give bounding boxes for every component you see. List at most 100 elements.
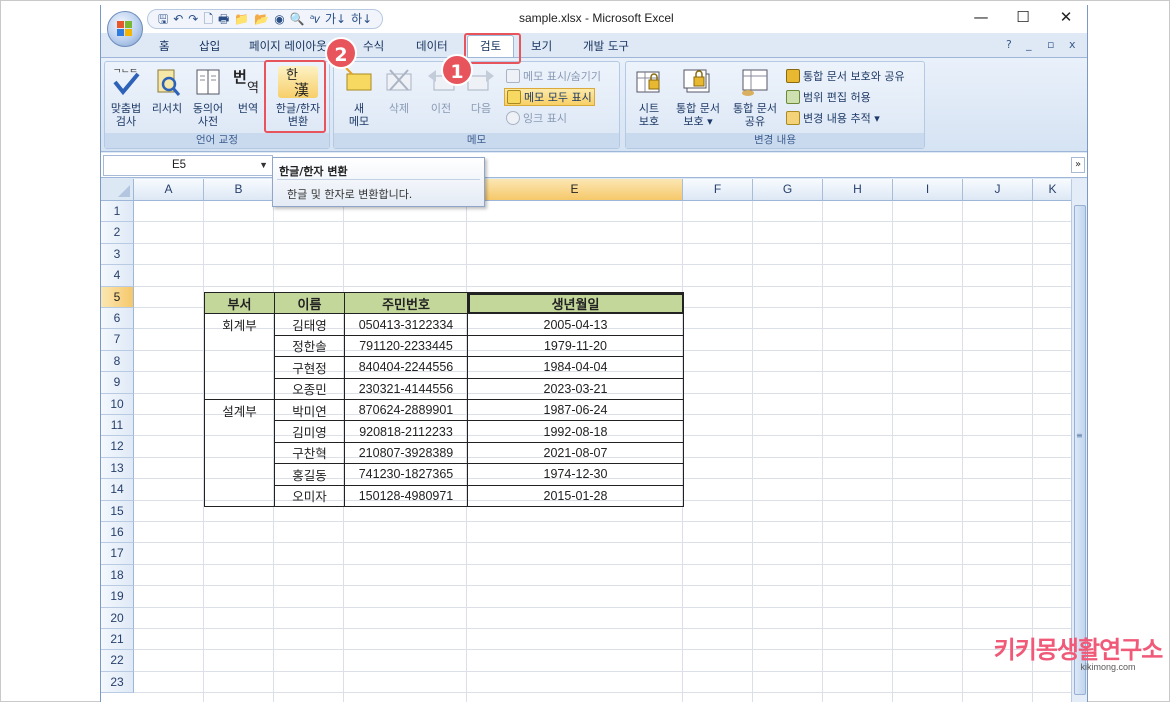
row-header-1[interactable]: 1 — [101, 201, 134, 223]
open-folder-icon[interactable]: 📁 — [234, 11, 249, 27]
column-header-e[interactable]: E — [467, 179, 683, 201]
table-cell[interactable]: 박미연 — [274, 398, 345, 422]
name-box[interactable]: E5 ▼ — [103, 155, 273, 176]
folder-icon[interactable]: 📂 — [254, 11, 269, 27]
save-icon[interactable]: 🖫 — [158, 11, 168, 27]
table-cell[interactable]: 설계부 — [204, 398, 275, 421]
table-header-cell[interactable]: 생년월일 — [467, 291, 684, 315]
row-header-14[interactable]: 14 — [101, 479, 134, 501]
camera-icon[interactable]: ◉ — [274, 11, 284, 27]
table-cell[interactable]: 1979-11-20 — [467, 334, 684, 358]
row-header-8[interactable]: 8 — [101, 350, 134, 373]
row-header-15[interactable]: 15 — [101, 500, 134, 522]
delete-comment-button[interactable]: 삭제 — [382, 66, 416, 115]
table-cell[interactable]: 2015-01-28 — [467, 484, 684, 507]
tab-home[interactable]: 홈 — [159, 38, 170, 54]
redo-icon[interactable]: ↷ — [188, 11, 198, 27]
close-button[interactable]: ✕ — [1056, 8, 1076, 26]
row-header-23[interactable]: 23 — [101, 671, 134, 694]
table-cell[interactable]: 구찬혁 — [274, 441, 345, 465]
table-cell[interactable] — [204, 442, 275, 464]
column-header-a[interactable]: A — [134, 179, 204, 201]
table-header-cell[interactable]: 주민번호 — [344, 291, 468, 315]
new-icon[interactable]: 🗋 — [203, 11, 213, 27]
track-changes-button[interactable]: 변경 내용 추적 ▾ — [786, 110, 880, 126]
column-header-b[interactable]: B — [204, 179, 274, 201]
workbook-restore-button[interactable]: ▫ — [1047, 38, 1054, 51]
row-header-12[interactable]: 12 — [101, 436, 134, 458]
tab-view[interactable]: 보기 — [531, 38, 552, 54]
maximize-button[interactable]: ☐ — [1013, 8, 1033, 26]
row-header-2[interactable]: 2 — [101, 222, 134, 244]
table-cell[interactable]: 회계부 — [204, 313, 275, 336]
allow-edit-ranges-button[interactable]: 범위 편집 허용 — [786, 89, 871, 105]
table-cell[interactable]: 150128-4980971 — [344, 484, 468, 507]
column-header-i[interactable]: I — [893, 179, 963, 201]
undo-icon[interactable]: ↶ — [173, 11, 183, 27]
show-ink-button[interactable]: 잉크 표시 — [506, 110, 567, 126]
row-header-17[interactable]: 17 — [101, 543, 134, 565]
table-cell[interactable]: 210807-3928389 — [344, 441, 468, 465]
sort-desc-icon[interactable]: 하↓ — [351, 11, 372, 27]
table-cell[interactable]: 1992-08-18 — [467, 420, 684, 443]
sort-asc-icon[interactable]: 가↓ — [325, 11, 346, 27]
row-header-16[interactable]: 16 — [101, 522, 134, 544]
vertical-scrollbar[interactable]: ≡ — [1071, 179, 1087, 702]
name-box-dropdown-icon[interactable]: ▼ — [259, 156, 268, 175]
protect-workbook-button[interactable]: 통합 문서 보호 ▾ — [670, 66, 726, 128]
row-header-18[interactable]: 18 — [101, 564, 134, 587]
row-header-22[interactable]: 22 — [101, 650, 134, 672]
row-header-3[interactable]: 3 — [101, 243, 134, 266]
table-cell[interactable]: 오미자 — [274, 484, 345, 507]
row-header-20[interactable]: 20 — [101, 607, 134, 629]
column-header-f[interactable]: F — [683, 179, 753, 201]
table-header-cell[interactable]: 이름 — [274, 291, 345, 315]
office-button[interactable] — [107, 11, 143, 47]
table-cell[interactable]: 오종민 — [274, 377, 345, 400]
share-workbook-button[interactable]: 통합 문서 공유 — [728, 66, 782, 128]
table-cell[interactable]: 870624-2889901 — [344, 398, 468, 422]
column-header-h[interactable]: H — [823, 179, 893, 201]
column-header-j[interactable]: J — [963, 179, 1033, 201]
table-cell[interactable]: 2021-08-07 — [467, 441, 684, 465]
print-preview-icon[interactable]: 🔍 — [290, 11, 305, 27]
scrollbar-thumb[interactable] — [1074, 205, 1086, 695]
table-cell[interactable]: 홍길동 — [274, 463, 345, 486]
spellcheck-small-icon[interactable]: ᵃ𝑣 — [310, 11, 320, 27]
row-header-13[interactable]: 13 — [101, 457, 134, 480]
show-all-comments-button[interactable]: 메모 모두 표시 — [504, 88, 595, 106]
row-header-4[interactable]: 4 — [101, 265, 134, 287]
protect-sheet-button[interactable]: 시트 보호 — [632, 66, 666, 128]
table-cell[interactable]: 김태영 — [274, 313, 345, 336]
table-cell[interactable]: 김미영 — [274, 420, 345, 443]
table-cell[interactable] — [204, 335, 275, 357]
table-cell[interactable]: 840404-2244556 — [344, 356, 468, 379]
show-hide-comment-button[interactable]: 메모 표시/숨기기 — [506, 68, 601, 84]
table-cell[interactable] — [204, 485, 275, 507]
thesaurus-button[interactable]: 동의어 사전 — [189, 66, 227, 128]
select-all-button[interactable] — [101, 179, 134, 201]
tab-formulas[interactable]: 수식 — [363, 38, 384, 54]
row-header-9[interactable]: 9 — [101, 372, 134, 394]
table-cell[interactable]: 2023-03-21 — [467, 377, 684, 400]
research-button[interactable]: 리서치 — [147, 66, 187, 115]
worksheet[interactable]: ABCDEFGHIJK12345678910111213141516171819… — [101, 179, 1073, 702]
translate-button[interactable]: 번역 번역 — [231, 66, 265, 115]
protect-and-share-button[interactable]: 통합 문서 보호와 공유 — [786, 68, 905, 84]
table-cell[interactable]: 1974-12-30 — [467, 463, 684, 486]
minimize-button[interactable]: — — [971, 8, 991, 26]
table-cell[interactable] — [204, 356, 275, 379]
table-cell[interactable] — [204, 463, 275, 486]
row-header-7[interactable]: 7 — [101, 329, 134, 351]
table-cell[interactable]: 2005-04-13 — [467, 313, 684, 336]
table-cell[interactable]: 1987-06-24 — [467, 398, 684, 422]
table-cell[interactable] — [204, 378, 275, 400]
column-header-k[interactable]: K — [1033, 179, 1073, 201]
spelling-button[interactable]: ᄀᄂᄃ 맞춤법 검사 — [109, 66, 143, 128]
column-header-g[interactable]: G — [753, 179, 823, 201]
tab-data[interactable]: 데이터 — [416, 38, 448, 54]
tab-page-layout[interactable]: 페이지 레이아웃 — [249, 38, 327, 54]
table-cell[interactable]: 741230-1827365 — [344, 463, 468, 486]
table-cell[interactable]: 920818-2112233 — [344, 420, 468, 443]
workbook-close-button[interactable]: x — [1069, 38, 1076, 51]
